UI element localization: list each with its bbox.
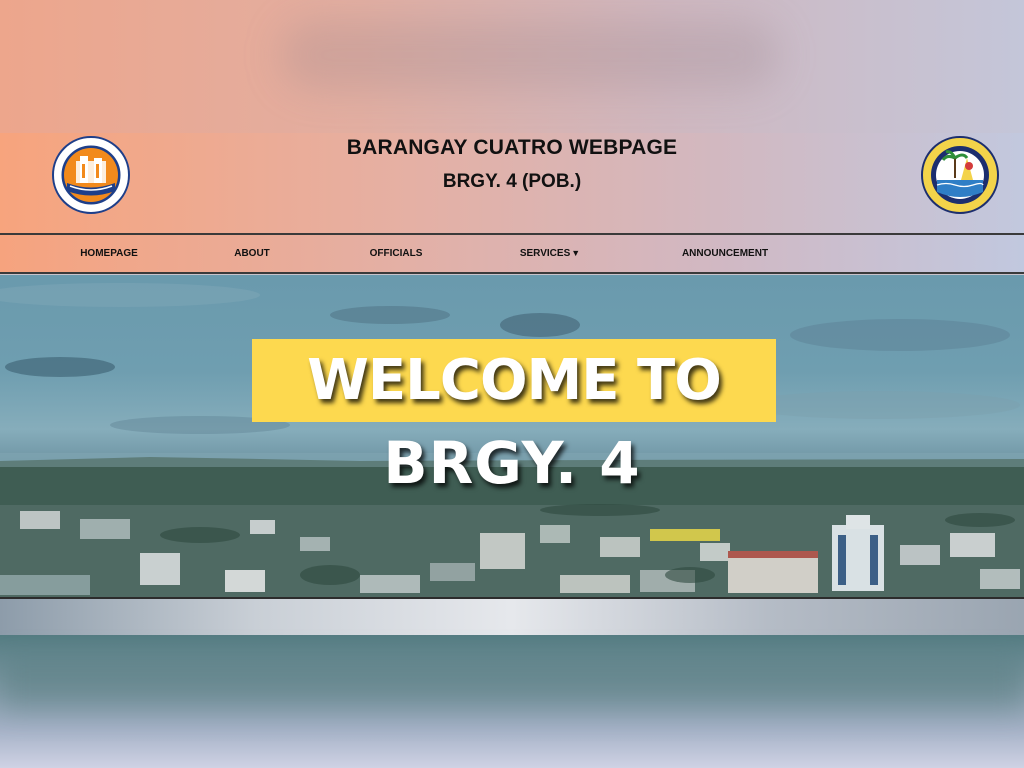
hero-welcome-text: WELCOME TO	[307, 348, 722, 413]
nav-officials-label: OFFICIALS	[369, 248, 423, 259]
nav-homepage[interactable]: HOMEPAGE	[80, 235, 138, 272]
city-seal-icon	[921, 136, 999, 214]
nav-announcement[interactable]: ANNOUNCEMENT	[682, 235, 768, 272]
nav-about[interactable]: ABOUT	[234, 235, 270, 272]
nav-services-dropdown[interactable]: SERVICES▼	[520, 235, 580, 272]
nav-announcement-label: ANNOUNCEMENT	[681, 248, 769, 259]
hero-banner-image: WELCOME TO BRGY. 4	[0, 275, 1024, 599]
main-nav: HOMEPAGE ABOUT OFFICIALS SERVICES▼ ANNOU…	[0, 233, 1024, 274]
nav-services-label: SERVICES	[519, 248, 571, 259]
site-header: BARANGAY CUATRO WEBPAGE BRGY. 4 (POB.)	[0, 133, 1024, 233]
hero-barangay-name: BRGY. 4	[383, 429, 641, 497]
background-sky-band	[0, 598, 1024, 635]
nav-homepage-label: HOMEPAGE	[80, 248, 138, 259]
nav-about-label: ABOUT	[234, 248, 270, 259]
nav-officials[interactable]: OFFICIALS	[370, 235, 423, 272]
background-bottom-smudge	[0, 660, 1024, 710]
site-subtitle: BRGY. 4 (POB.)	[442, 171, 582, 192]
caret-down-icon: ▼	[571, 248, 581, 258]
site-title: BARANGAY CUATRO WEBPAGE	[346, 136, 678, 159]
background-top-smudge	[280, 20, 780, 90]
